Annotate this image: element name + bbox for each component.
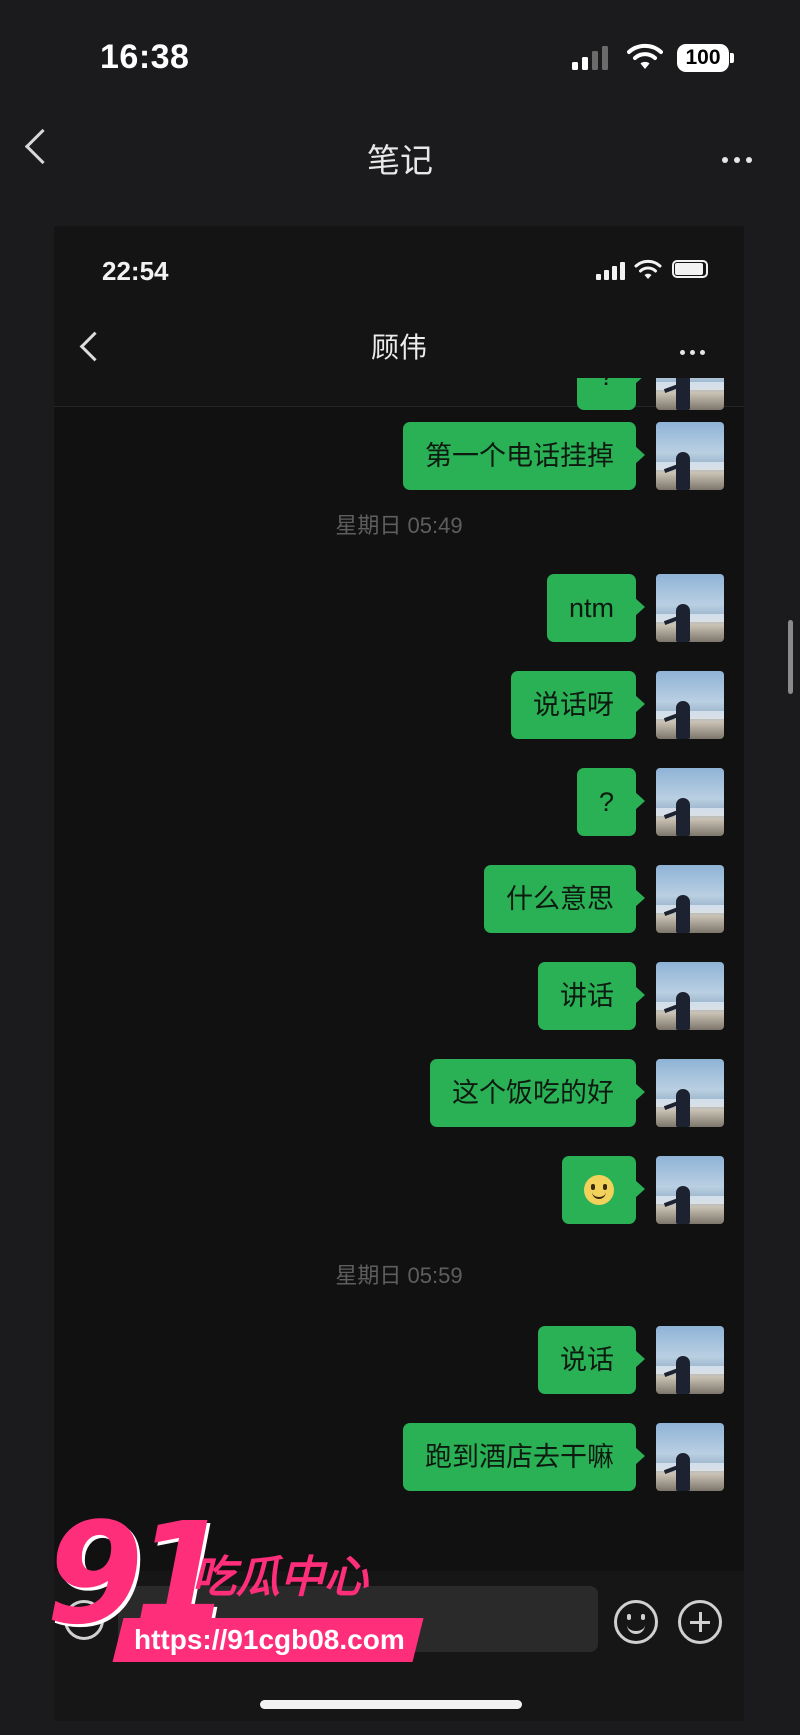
timestamp-divider: 星期日 05:59 [335,1263,463,1288]
message-bubble[interactable]: 什么意思 [484,865,645,933]
more-options-icon[interactable] [722,150,758,168]
message-bubble[interactable]: 说话 [538,1326,645,1394]
chat-wifi-icon [634,259,662,279]
avatar[interactable] [656,422,724,490]
emoji-icon[interactable] [614,1600,658,1644]
avatar[interactable] [656,962,724,1030]
message-bubble[interactable]: ? [576,768,646,836]
battery-tip [730,53,734,63]
plus-icon[interactable] [678,1600,722,1644]
message-bubble[interactable]: 这个饭吃的好 [430,1059,645,1127]
cellular-signal-icon [572,46,608,70]
battery-indicator: 100 [677,44,729,72]
avatar[interactable] [656,378,724,410]
message-bubble[interactable]: 讲话 [538,962,645,1030]
avatar[interactable] [656,865,724,933]
chat-status-time: 22:54 [102,256,169,286]
timestamp-divider: 星期日 05:49 [335,513,463,538]
message-bubble[interactable]: 跑到酒店去干嘛 [403,1423,645,1491]
chat-more-options-icon[interactable] [680,342,710,360]
avatar[interactable] [656,1423,724,1491]
home-indicator[interactable] [260,1700,522,1709]
message-bubble[interactable]: 说话呀 [511,671,645,739]
chat-contact-name: 顾伟 [370,332,427,363]
avatar[interactable] [656,1156,724,1224]
watermark-text: 吃瓜中心 [192,1553,368,1602]
watermark-url: https://91cgb08.com [134,1624,405,1655]
avatar[interactable] [656,768,724,836]
smiley-emoji-icon [584,1174,614,1205]
chat-battery-fill [675,263,703,275]
scrollbar[interactable] [788,620,793,694]
message-bubble[interactable]: 第一个电话挂掉 [403,422,645,490]
wifi-icon [627,43,663,69]
avatar[interactable] [656,671,724,739]
status-time: 16:38 [100,38,190,76]
message-bubble[interactable]: ntm [546,574,646,642]
avatar[interactable] [656,1326,724,1394]
avatar[interactable] [656,574,724,642]
chat-cellular-signal-icon [596,262,625,280]
emoji-message-bubble[interactable] [562,1156,645,1224]
page-title: 笔记 [367,142,433,179]
message-bubble[interactable]: ? [576,378,646,410]
avatar[interactable] [656,1059,724,1127]
message-list: ? 第一个电话挂掉 星期日 05:49 ntm 说话呀 ? 什么意思 讲话 [54,378,744,1608]
